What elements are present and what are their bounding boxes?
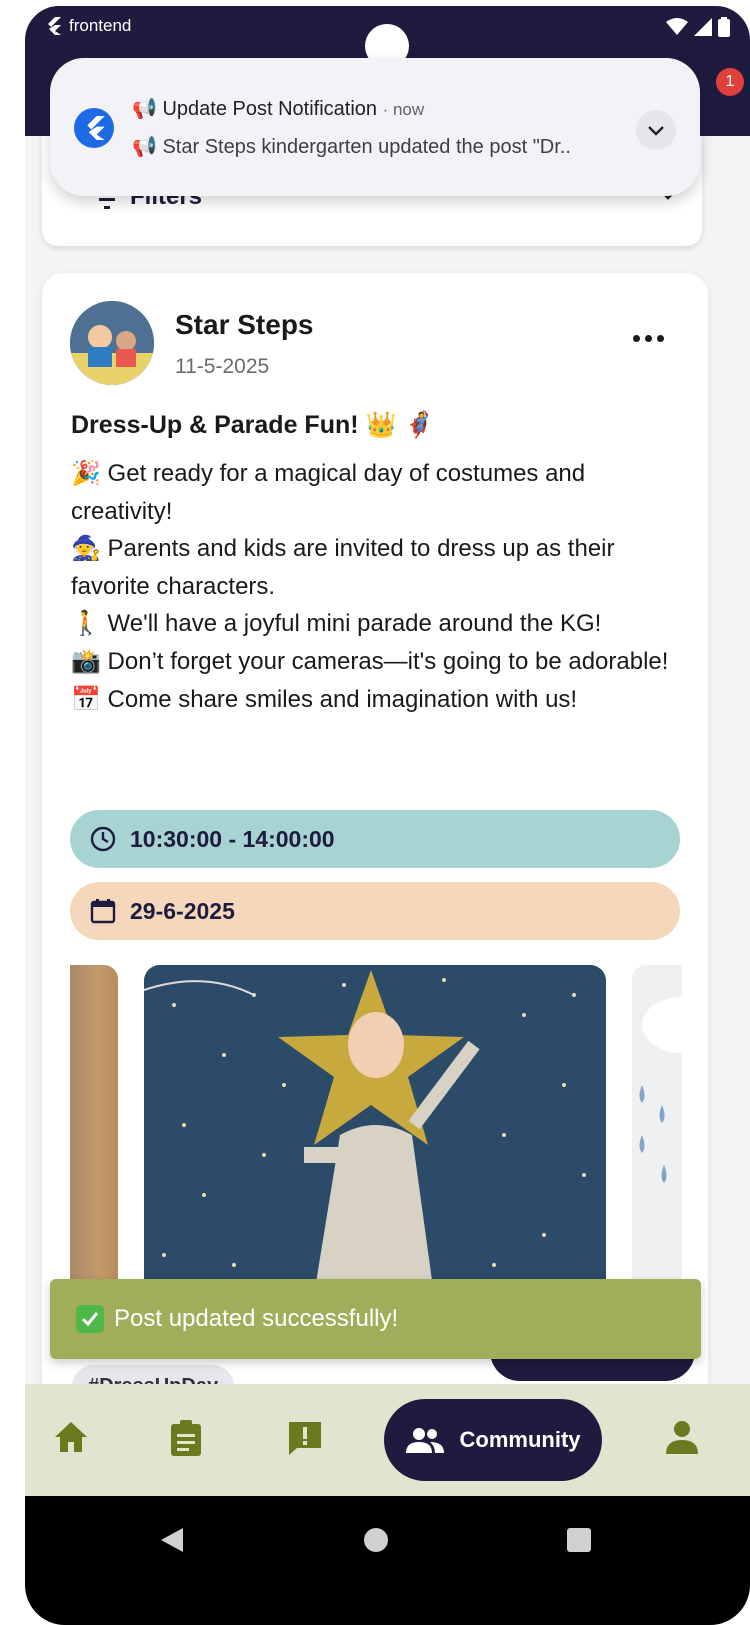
avatar[interactable]: [70, 301, 154, 385]
app-logo-icon: [74, 108, 114, 148]
expand-chevron-icon[interactable]: [636, 110, 676, 150]
status-app-name: frontend: [69, 16, 132, 35]
back-icon[interactable]: [161, 1528, 183, 1552]
signal-icon: [694, 18, 712, 36]
post-date: 11-5-2025: [175, 355, 270, 378]
status-app: frontend: [45, 16, 131, 36]
status-icons: [666, 17, 730, 37]
event-date: 29-6-2025: [130, 897, 235, 924]
nav-report[interactable]: [287, 1420, 323, 1461]
community-icon: [405, 1428, 444, 1453]
post-body-line: 🚶 We'll have a joyful mini parade around…: [71, 610, 602, 638]
post-body-line: 📸 Don’t forget your cameras—it's going t…: [71, 647, 669, 675]
home-button-icon[interactable]: [364, 1528, 388, 1552]
raincloud-decoration: [639, 997, 682, 1183]
avatar-image: [70, 301, 154, 385]
notification-badge[interactable]: 1: [716, 68, 744, 96]
report-icon: [289, 1422, 321, 1455]
time-range: 10:30:00 - 14:00:00: [130, 825, 335, 852]
post-body-line: 🧙 Parents and kids are invited to dress …: [71, 535, 615, 600]
nav-community-label: Community: [459, 1427, 581, 1452]
notification-title: 📢 Update Post Notification: [132, 98, 378, 120]
post-body-line: 🎉 Get ready for a magical day of costume…: [71, 460, 586, 525]
bottom-navigation: Community: [25, 1384, 750, 1496]
success-snackbar: Post updated successfully!: [50, 1279, 701, 1359]
gallery-image-current[interactable]: [144, 965, 606, 1295]
push-notification[interactable]: 📢 Update Post Notification · now 📢 Star …: [50, 58, 700, 196]
check-icon: [76, 1305, 104, 1333]
profile-icon: [666, 1421, 698, 1454]
image-gallery[interactable]: [70, 965, 682, 1295]
gallery-image-next[interactable]: [632, 965, 682, 1295]
gallery-image-prev[interactable]: [70, 965, 118, 1295]
clock-icon: [90, 826, 116, 852]
recents-icon[interactable]: [567, 1528, 591, 1552]
flutter-icon: [48, 17, 61, 35]
system-navigation-bar: [25, 1496, 750, 1625]
calendar-icon: [90, 899, 116, 924]
notification-text: 📢 Star Steps kindergarten updated the po…: [132, 136, 571, 158]
post-author[interactable]: Star Steps: [175, 309, 314, 341]
post-card: Star Steps 11-5-2025 Dress-Up & Parade F…: [42, 273, 708, 1403]
post-body-line: 📅 Come share smiles and imagination with…: [71, 685, 578, 713]
notification-header: 📢 Update Post Notification · now: [132, 96, 424, 121]
nav-profile[interactable]: [665, 1420, 699, 1459]
post-body: 🎉 Get ready for a magical day of costume…: [71, 455, 681, 718]
more-options-icon[interactable]: [633, 335, 664, 342]
nav-community[interactable]: Community: [384, 1399, 602, 1481]
nav-board[interactable]: [171, 1420, 201, 1461]
post-title: Dress-Up & Parade Fun! 👑 🦸: [71, 411, 435, 439]
child-star-costume-photo: [144, 965, 606, 1295]
phone-screen: frontend 1 Filters Star Steps 11-5-2025 …: [25, 6, 750, 1625]
nav-home[interactable]: [53, 1420, 89, 1459]
wifi-icon: [666, 18, 688, 35]
time-range-pill: 10:30:00 - 14:00:00: [70, 810, 680, 868]
home-icon: [55, 1422, 87, 1452]
event-date-pill: 29-6-2025: [70, 882, 680, 940]
snackbar-message: Post updated successfully!: [114, 1305, 399, 1332]
notification-time: · now: [382, 100, 425, 119]
battery-icon: [718, 17, 730, 37]
clipboard-icon: [171, 1420, 201, 1456]
